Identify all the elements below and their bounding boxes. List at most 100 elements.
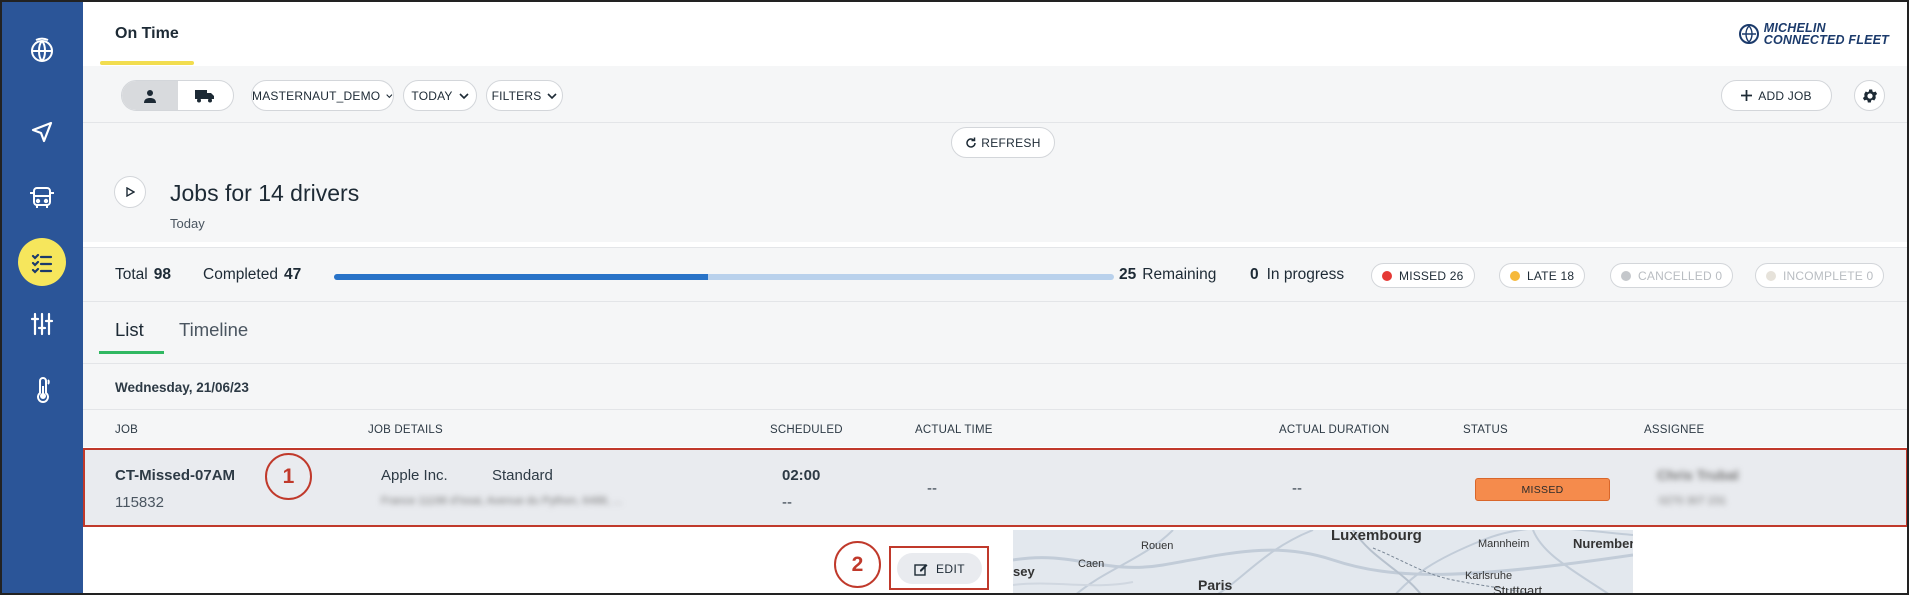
sidebar-item-tracking[interactable]: [18, 108, 66, 156]
incomplete-filter-badge[interactable]: INCOMPLETE 0: [1755, 263, 1885, 288]
scheduled-time: 02:00: [782, 467, 821, 484]
status-badge: MISSED: [1475, 478, 1610, 501]
plus-icon: [1741, 90, 1753, 101]
add-job-button[interactable]: ADD JOB: [1721, 80, 1832, 111]
in-progress-value: 0: [1250, 266, 1259, 283]
total-value: 98: [153, 266, 171, 283]
job-type: Standard: [492, 467, 553, 484]
table-row[interactable]: CT-Missed-07AM 115832 Apple Inc. Standar…: [83, 448, 1907, 527]
chevron-down-icon: [547, 92, 557, 99]
filters-dropdown-label: FILTERS: [491, 88, 542, 103]
jobs-header: Jobs for 14 drivers Today: [83, 162, 1907, 242]
missed-dot: [1382, 270, 1392, 281]
actual-time: --: [927, 480, 937, 497]
expand-button[interactable]: [114, 176, 146, 208]
chevron-down-icon: [459, 92, 469, 99]
job-stats-bar: Total 98 Completed 47 25 Remaining 0 In prog…: [83, 247, 1907, 302]
sidebar-item-settings[interactable]: [18, 300, 66, 348]
toolbar: MASTERNAUT_DEMO TODAY FILTERS ADD JOB: [83, 66, 1907, 123]
late-dot: [1510, 270, 1520, 281]
tab-on-time[interactable]: On Time: [115, 25, 179, 43]
job-id: 115832: [115, 494, 164, 511]
cancelled-dot: [1621, 270, 1631, 281]
view-toggle: [121, 80, 234, 111]
settings-button[interactable]: [1854, 80, 1885, 111]
map-label-rouen: Rouen: [1141, 540, 1174, 552]
map-label-karlsruhe: Karlsruhe: [1465, 570, 1513, 582]
map-preview[interactable]: Luxembourg Nuremberg Mannheim Rouen Caen…: [1013, 530, 1633, 595]
completed-stat: Completed 47: [203, 266, 301, 284]
remaining-value: 25: [1119, 266, 1137, 283]
column-header-job[interactable]: JOB: [115, 424, 138, 436]
job-customer: Apple Inc.: [381, 467, 448, 484]
page-title: Jobs for 14 drivers: [170, 180, 360, 206]
map-label-mannheim: Mannheim: [1478, 538, 1530, 550]
refresh-button[interactable]: REFRESH: [951, 127, 1055, 158]
gear-icon: [1862, 88, 1877, 103]
sidebar: [2, 2, 83, 593]
account-dropdown[interactable]: MASTERNAUT_DEMO: [251, 80, 394, 111]
column-header-actual-duration[interactable]: ACTUAL DURATION: [1279, 424, 1389, 436]
map-label-luxembourg: Luxembourg: [1331, 530, 1422, 544]
column-header-scheduled[interactable]: SCHEDULED: [770, 424, 843, 436]
scheduled-sub: --: [782, 494, 792, 511]
vehicle-icon: [30, 187, 54, 208]
filters-dropdown[interactable]: FILTERS: [486, 80, 563, 111]
driver-view-toggle[interactable]: [122, 81, 178, 110]
cancelled-filter-badge[interactable]: CANCELLED 0: [1610, 263, 1734, 288]
completion-progress-bar: [334, 274, 1114, 280]
period-dropdown[interactable]: TODAY: [403, 80, 477, 111]
fleet-logo-icon: [31, 37, 53, 62]
date-label: Wednesday, 21/06/23: [115, 380, 249, 395]
sidebar-item-temperature[interactable]: [18, 366, 66, 414]
active-tab-indicator: [100, 61, 194, 65]
date-group-header: Wednesday, 21/06/23: [83, 364, 1907, 409]
map-label-paris: Paris: [1198, 577, 1233, 593]
play-icon: [126, 187, 135, 197]
cancelled-badge-label: CANCELLED 0: [1638, 268, 1723, 283]
map-label-stuttgart: Stuttgart: [1493, 583, 1543, 595]
late-filter-badge[interactable]: LATE 18: [1499, 263, 1586, 288]
vehicle-view-toggle[interactable]: [178, 81, 234, 110]
edit-icon: [914, 563, 928, 576]
view-tabs: List Timeline: [83, 302, 1907, 364]
active-tab-indicator: [99, 351, 164, 354]
column-header-job-details[interactable]: JOB DETAILS: [368, 424, 443, 436]
brand-logo: MICHELIN CONNECTED FLEET: [1738, 22, 1889, 46]
late-badge-label: LATE 18: [1527, 268, 1575, 283]
total-stat: Total 98: [115, 266, 171, 284]
app-window: On Time MICHELIN CONNECTED FLEET MASTERN…: [0, 0, 1909, 595]
incomplete-dot: [1766, 270, 1776, 281]
edit-button[interactable]: EDIT: [897, 553, 982, 584]
map-label-jersey: sey: [1013, 564, 1035, 579]
sidebar-item-home[interactable]: [18, 27, 66, 75]
sidebar-item-vehicles[interactable]: [18, 173, 66, 221]
column-header-status[interactable]: STATUS: [1463, 424, 1508, 436]
brand-line-2: CONNECTED FLEET: [1763, 33, 1889, 47]
period-dropdown-label: TODAY: [411, 88, 453, 103]
michelin-logo-icon: [1738, 24, 1759, 44]
table-header: JOB JOB DETAILS SCHEDULED ACTUAL TIME AC…: [83, 409, 1907, 447]
chevron-down-icon: [386, 93, 393, 98]
truck-icon: [195, 89, 215, 102]
completed-value: 47: [283, 266, 302, 283]
tab-list[interactable]: List: [115, 319, 144, 341]
in-progress-stat: 0 In progress: [1250, 266, 1344, 284]
sidebar-item-jobs[interactable]: [18, 238, 66, 286]
job-address: France 11196 d'Issai, Avenue du Python, …: [381, 495, 623, 507]
total-label: Total: [115, 266, 148, 283]
navigation-icon: [31, 121, 53, 143]
incomplete-badge-label: INCOMPLETE 0: [1783, 268, 1874, 283]
refresh-label: REFRESH: [981, 135, 1041, 150]
tab-timeline[interactable]: Timeline: [179, 319, 248, 341]
page-subtitle: Today: [170, 216, 205, 231]
task-list-icon: [31, 253, 53, 274]
missed-filter-badge[interactable]: MISSED 26: [1371, 263, 1475, 288]
job-name: CT-Missed-07AM: [115, 467, 236, 484]
assignee-name: Chris Trubal: [1657, 467, 1739, 483]
column-header-assignee[interactable]: ASSIGNEE: [1644, 424, 1704, 436]
completed-label: Completed: [203, 266, 278, 283]
edit-label: EDIT: [936, 561, 965, 576]
column-header-actual-time[interactable]: ACTUAL TIME: [915, 424, 993, 436]
account-dropdown-label: MASTERNAUT_DEMO: [252, 88, 381, 103]
